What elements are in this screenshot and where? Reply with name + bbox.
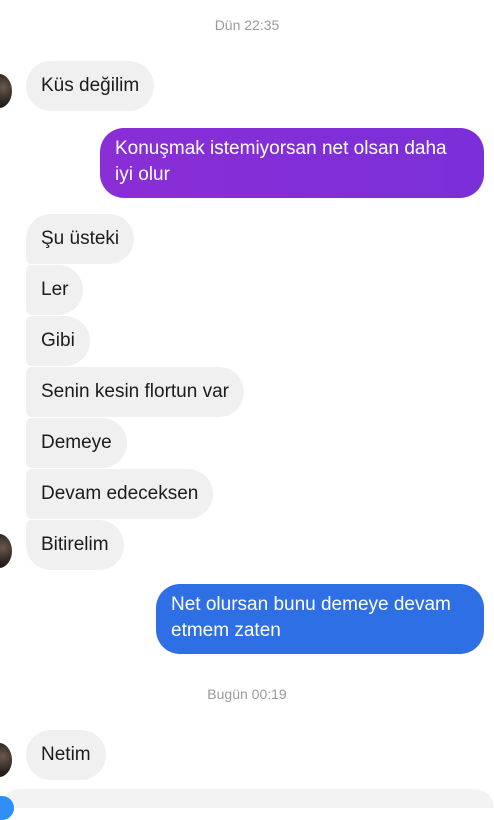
message-incoming[interactable]: Ler [26,265,84,315]
message-incoming[interactable]: Bitirelim [26,520,124,570]
message-incoming[interactable]: Devam edeceksen [26,469,214,519]
message-outgoing[interactable]: Konuşmak istemiyorsan net olsan daha iyi… [100,128,484,198]
message-outgoing[interactable]: Net olursan bunu demeye devam etmem zate… [156,584,484,654]
message-incoming[interactable]: Küs değilim [26,61,155,111]
timestamp-yesterday: Dün 22:35 [214,17,280,33]
message-incoming[interactable]: Senin kesin flortun var [26,367,244,417]
message-incoming[interactable]: Demeye [26,418,127,468]
message-composer[interactable] [0,789,494,808]
contact-avatar[interactable] [0,534,12,568]
contact-avatar[interactable] [0,74,12,108]
timestamp-today: Bugün 00:19 [207,686,287,702]
message-incoming[interactable]: Şu üsteki [26,214,135,264]
contact-avatar[interactable] [0,743,12,777]
message-incoming[interactable]: Gibi [26,316,90,366]
message-incoming[interactable]: Netim [26,730,106,780]
